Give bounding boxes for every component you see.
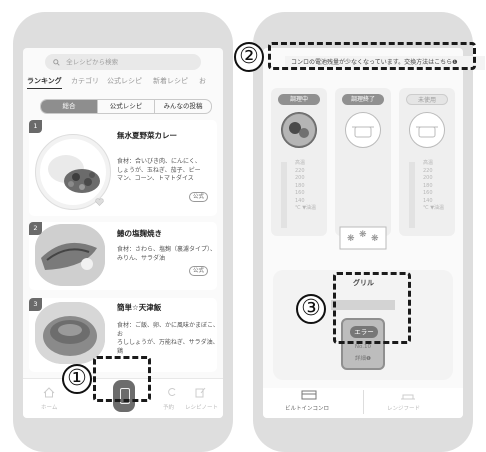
official-badge: 公式 — [189, 266, 209, 276]
recipe-title: 鰆の塩麹焼き — [117, 229, 162, 238]
temp-scale: 高温 220 200 180 160 140 ℃ ▼油温 — [295, 160, 317, 211]
recipe-title: 無水夏野菜カレー — [117, 131, 177, 140]
search-icon — [53, 58, 60, 66]
tab-more[interactable]: お — [199, 76, 206, 86]
rank-badge: 1 — [29, 120, 42, 133]
recipe-ingredients: 食材：ご飯、卵、かに風味かまぼこ、お ろししょうが、万能ねぎ、サラダ油、鶏 — [117, 322, 219, 355]
category-tabs: ランキング カテゴリ 公式レシピ 新着レシピ お — [23, 76, 223, 90]
callout-3-box — [333, 272, 411, 344]
recipe-photo — [35, 302, 105, 364]
recipe-thumbnail — [281, 112, 317, 148]
nav-recipe-note-label: レシピノート — [185, 405, 219, 411]
heart-icon[interactable] — [95, 198, 104, 206]
cooker-screen: 調理中 高温 220 200 180 160 140 ℃ ▼油温 調理終了 未使用 高温 2 — [263, 48, 463, 418]
recipe-ingredients: 食材：さわら、塩麹（裏濾タイプ）、 みりん、サラダ油 — [117, 246, 217, 262]
svg-text:❋: ❋ — [371, 234, 379, 244]
right-phone: 調理中 高温 220 200 180 160 140 ℃ ▼油温 調理終了 未使用 高温 2 — [253, 12, 485, 452]
rank-badge: 2 — [29, 222, 42, 235]
rank-badge: 3 — [29, 298, 42, 311]
recipe-photo — [35, 224, 105, 286]
filter-all[interactable]: 総合 — [41, 100, 98, 113]
svg-text:❋: ❋ — [359, 230, 367, 240]
builtin-stove-icon[interactable] — [301, 390, 317, 400]
device-nav: ビルトインコンロ レンジフード — [263, 388, 463, 418]
ranking-filter: 総合 公式レシピ みんなの投稿 — [40, 99, 212, 114]
callout-1-number: ① — [62, 364, 92, 394]
svg-text:❋: ❋ — [347, 234, 355, 244]
burner-status: 未使用 — [406, 94, 448, 105]
temp-gauge — [281, 162, 287, 228]
callout-2-box — [268, 42, 476, 70]
tab-ranking[interactable]: ランキング — [27, 76, 62, 89]
error-detail-link[interactable]: 詳細❶ — [343, 354, 383, 362]
search-placeholder: 全レシピから検索 — [66, 58, 119, 66]
temp-gauge — [409, 162, 415, 228]
recipe-card[interactable]: 1 無水夏野菜カレー 食材：合いびき肉、にんにく、 しょうが、玉ねぎ、茄子、ピー — [29, 120, 217, 216]
callout-1-box — [93, 356, 151, 402]
filter-community[interactable]: みんなの投稿 — [155, 100, 211, 113]
dish-image — [283, 114, 315, 146]
recipe-note-icon[interactable] — [195, 387, 206, 398]
search-input[interactable]: 全レシピから検索 — [45, 54, 201, 70]
recipe-ingredients: 食材：合いびき肉、にんにく、 しょうが、玉ねぎ、茄子、ピー マン、コーン、トマト… — [117, 158, 201, 182]
burner-layout-icon: ❋ ❋ ❋ — [339, 226, 387, 250]
tab-official[interactable]: 公式レシピ — [107, 76, 142, 86]
error-code: No.10 — [354, 344, 372, 350]
pot-icon — [345, 112, 381, 148]
callout-3-number: ③ — [296, 294, 326, 324]
tab-new[interactable]: 新着レシピ — [153, 76, 188, 86]
recipe-card[interactable]: 2 鰆の塩麹焼き 食材：さわら、塩麹（裏濾タイプ）、 みりん、サラダ油 公式 — [29, 222, 217, 290]
pot-icon — [409, 112, 445, 148]
recipe-title: 簡単☆天津飯 — [117, 303, 162, 312]
burner-status: 調理中 — [278, 94, 320, 105]
callout-2-number: ② — [234, 42, 264, 72]
nav-home-label: ホーム — [41, 405, 58, 411]
burner-right[interactable]: 未使用 高温 220 200 180 160 140 ℃ ▼油温 — [399, 88, 455, 236]
burner-left[interactable]: 調理中 高温 220 200 180 160 140 ℃ ▼油温 — [271, 88, 327, 236]
filter-official[interactable]: 公式レシピ — [98, 100, 155, 113]
divider — [363, 390, 364, 414]
range-hood-icon[interactable] — [399, 390, 417, 400]
burner-status: 調理終了 — [342, 94, 384, 105]
home-icon[interactable] — [43, 387, 55, 398]
official-badge: 公式 — [189, 192, 209, 202]
nav-range-hood[interactable]: レンジフード — [387, 404, 420, 412]
nav-reserve-label: 予約 — [163, 405, 175, 411]
burner-center[interactable]: 調理終了 — [335, 88, 391, 236]
fish-image — [35, 224, 105, 286]
reserve-icon[interactable] — [167, 387, 177, 397]
temp-scale: 高温 220 200 180 160 140 ℃ ▼油温 — [423, 160, 445, 211]
nav-builtin-stove[interactable]: ビルトインコンロ — [285, 404, 329, 412]
tenshindon-image — [35, 302, 105, 364]
tab-category[interactable]: カテゴリ — [71, 76, 99, 86]
